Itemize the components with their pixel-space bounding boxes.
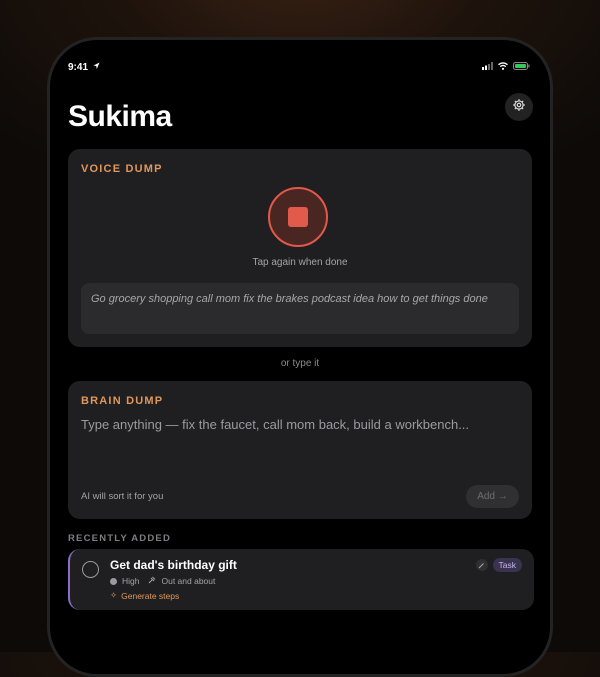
generate-steps-link[interactable]: ✧ Generate steps	[110, 590, 179, 601]
sparkle-icon: ✧	[110, 590, 118, 600]
task-checkbox[interactable]	[82, 561, 99, 578]
ai-sort-note: AI will sort it for you	[81, 491, 164, 502]
signal-icon	[482, 61, 493, 73]
record-hint: Tap again when done	[252, 257, 348, 268]
task-meta: High Out and about	[110, 576, 215, 586]
gear-icon	[512, 98, 526, 117]
record-button[interactable]	[268, 187, 328, 247]
settings-button[interactable]	[505, 93, 533, 121]
priority-dot-icon	[110, 577, 117, 585]
brain-dump-card: BRAIN DUMP Type anything — fix the fauce…	[68, 381, 532, 519]
voice-dump-label: VOICE DUMP	[81, 163, 163, 175]
task-tags: Task	[475, 558, 522, 572]
recently-added-label: RECENTLY ADDED	[68, 533, 172, 544]
edit-icon[interactable]	[475, 559, 488, 571]
app-title: Sukima	[68, 100, 172, 133]
wifi-icon	[498, 61, 508, 73]
task-title: Get dad's birthday gift	[110, 558, 237, 572]
voice-dump-card: VOICE DUMP Tap again when done Go grocer…	[68, 149, 532, 347]
stop-icon	[288, 207, 308, 227]
battery-icon	[513, 61, 530, 73]
generate-steps-label: Generate steps	[121, 590, 180, 601]
status-time: 9:41	[68, 61, 89, 73]
pin-icon	[148, 576, 156, 586]
add-button[interactable]: Add →	[466, 485, 519, 508]
task-context: Out and about	[161, 576, 216, 586]
brain-dump-input[interactable]: Type anything — fix the faucet, call mom…	[81, 417, 519, 432]
task-card[interactable]: Get dad's birthday gift High Out and abo…	[68, 549, 534, 610]
location-icon	[93, 62, 100, 73]
task-type-badge: Task	[492, 558, 522, 572]
transcript-box[interactable]: Go grocery shopping call mom fix the bra…	[81, 283, 519, 334]
task-priority: High	[122, 576, 140, 586]
or-type-divider: or type it	[280, 358, 320, 369]
status-bar: 9:41	[68, 60, 530, 74]
brain-dump-label: BRAIN DUMP	[81, 395, 164, 407]
phone-frame: 9:41 Sukima VOICE DUMP Tap again when do…	[47, 37, 553, 677]
